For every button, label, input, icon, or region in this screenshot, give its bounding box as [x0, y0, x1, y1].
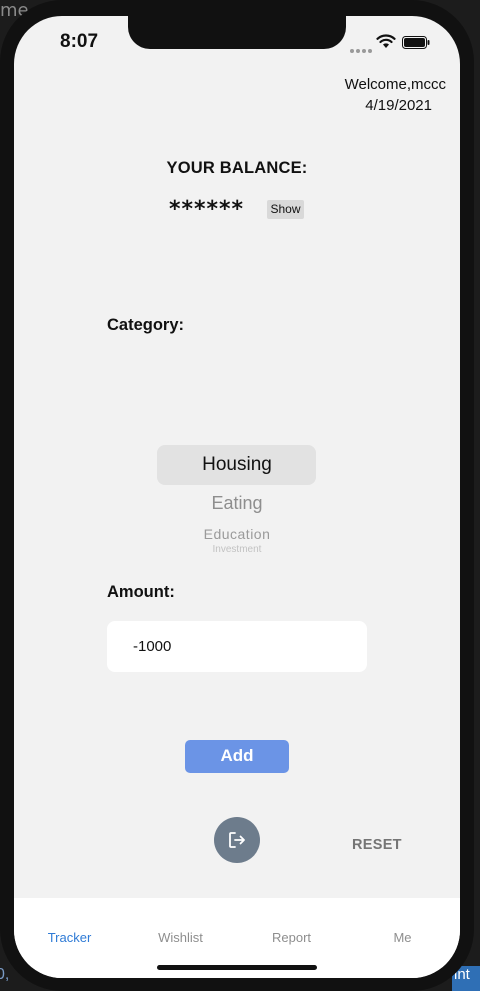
status-time: 8:07: [60, 31, 99, 52]
signal-icon: [350, 40, 374, 58]
welcome-header: Welcome,mccc 4/19/2021: [332, 74, 446, 116]
phone-frame: 8:07 Welcome,mccc 4/19/2021 YOUR BALANCE…: [0, 0, 474, 991]
logout-icon: [229, 832, 245, 848]
tab-wishlist[interactable]: Wishlist: [125, 930, 236, 945]
reset-button[interactable]: RESET: [352, 837, 402, 853]
app-screen: 8:07 Welcome,mccc 4/19/2021 YOUR BALANCE…: [14, 16, 460, 978]
category-picker[interactable]: Housing Eating Education Investment: [154, 444, 320, 556]
tab-report[interactable]: Report: [236, 930, 347, 945]
tab-tracker[interactable]: Tracker: [14, 930, 125, 945]
picker-option-education[interactable]: Education: [154, 526, 320, 542]
status-icons: [350, 34, 430, 53]
add-button[interactable]: Add: [185, 740, 289, 773]
current-date: 4/19/2021: [365, 97, 432, 114]
tab-me[interactable]: Me: [347, 930, 458, 945]
battery-icon: [402, 36, 430, 49]
amount-label: Amount:: [107, 583, 175, 601]
category-label: Category:: [107, 316, 185, 334]
device-notch: [128, 16, 346, 49]
welcome-text: Welcome,mccc: [344, 76, 446, 93]
wifi-icon: [376, 34, 396, 48]
show-balance-button[interactable]: Show: [267, 200, 304, 219]
logout-button[interactable]: [214, 817, 260, 863]
amount-input[interactable]: [107, 621, 367, 672]
background-window-edge: 0,: [0, 966, 10, 983]
balance-title: YOUR BALANCE:: [166, 159, 308, 177]
picker-option-eating[interactable]: Eating: [154, 493, 320, 514]
balance-masked-value: ******: [169, 197, 245, 222]
home-indicator[interactable]: [157, 965, 317, 970]
picker-option-investment[interactable]: Investment: [154, 545, 320, 554]
picker-option-housing[interactable]: Housing: [154, 454, 320, 476]
tab-bar: Tracker Wishlist Report Me: [14, 898, 460, 978]
